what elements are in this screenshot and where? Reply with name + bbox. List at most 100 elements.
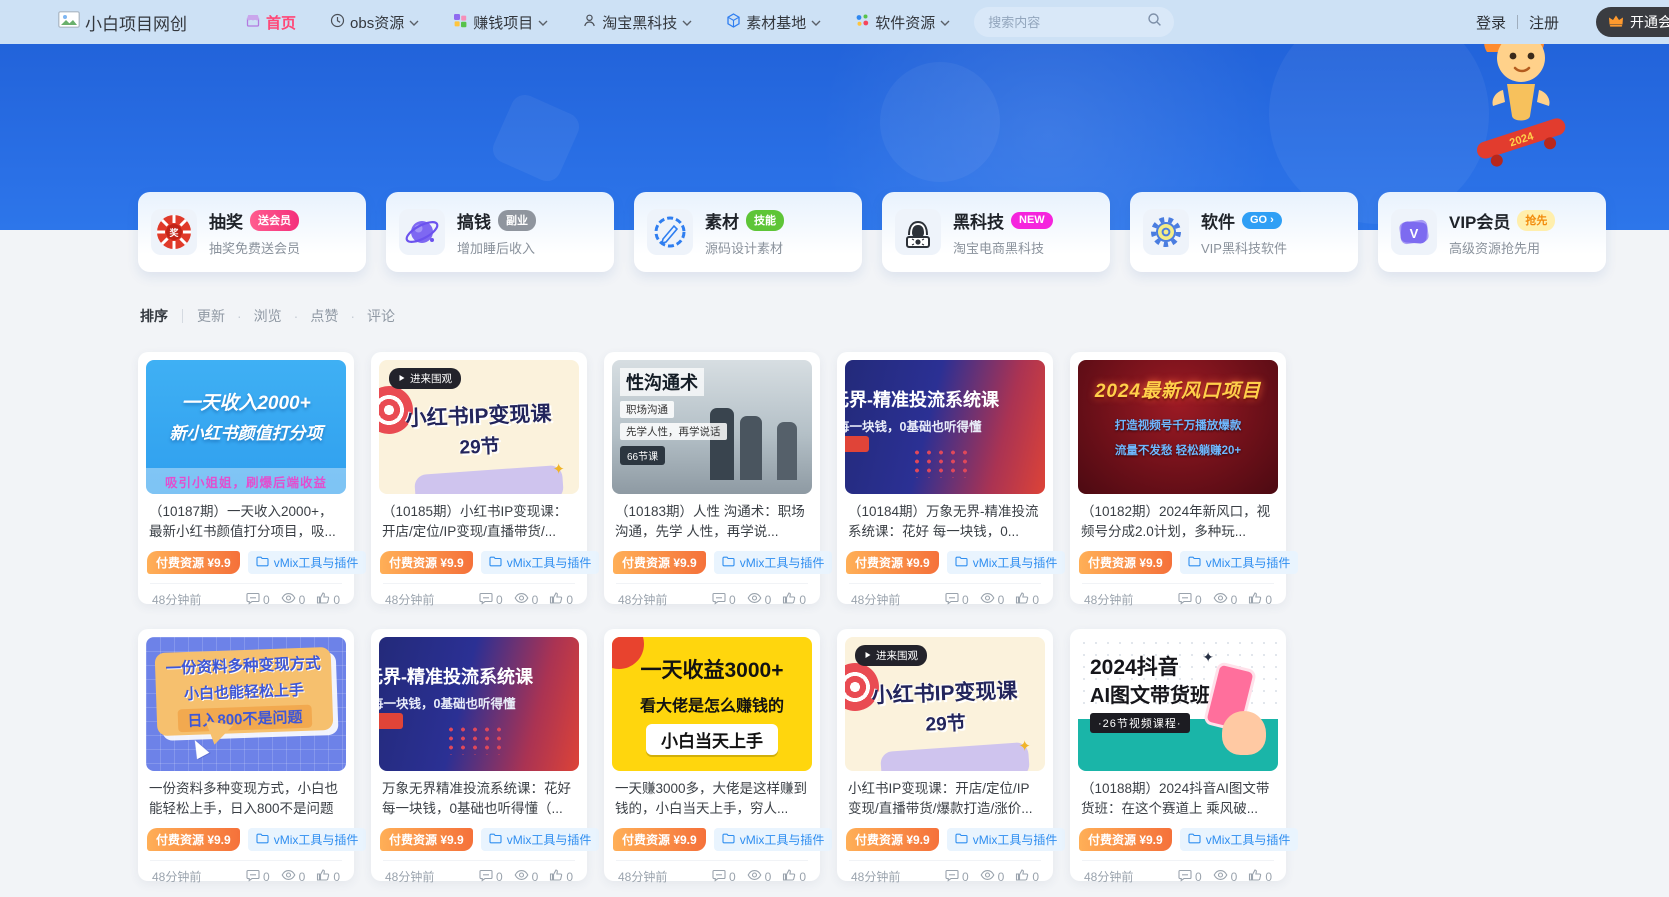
- category-tag[interactable]: vMix工具与插件: [947, 828, 1066, 851]
- feature-badge: 副业: [498, 210, 536, 231]
- price-tag[interactable]: 付费资源 ¥9.9: [1079, 551, 1172, 574]
- likes-stat: 0: [549, 591, 573, 608]
- category-tag[interactable]: vMix工具与插件: [1180, 828, 1299, 851]
- nav-item-4[interactable]: 素材基地: [726, 12, 821, 33]
- open-vip-button[interactable]: 开通会员: [1596, 7, 1669, 37]
- likes-stat: 0: [1015, 591, 1039, 608]
- content-card-4[interactable]: 无界-精准投流系统课每一块钱，0基础也听得懂 （10184期）万象无界-精准投流…: [837, 352, 1053, 604]
- material-pencil-icon: [647, 209, 693, 255]
- thumb-text: 小红书IP变现课: [845, 674, 1045, 711]
- card-thumbnail[interactable]: 2024最新风口项目打造视频号千万播放爆款流量不发愁 轻松躺赚20+: [1078, 360, 1278, 494]
- card-title[interactable]: （10188期）2024抖音AI图文带货班：在这个赛道上 乘风破...: [1081, 779, 1275, 819]
- price-tag[interactable]: 付费资源 ¥9.9: [380, 828, 473, 851]
- card-thumbnail[interactable]: 一份资料多种变现方式小白也能轻松上手日入800不是问题: [146, 637, 346, 771]
- feature-card-4[interactable]: 黑科技 NEW 淘宝电商黑科技: [882, 192, 1110, 272]
- thumb-badge: 进来围观: [389, 368, 461, 389]
- sort-option-2[interactable]: 浏览: [225, 306, 282, 326]
- price-tag[interactable]: 付费资源 ¥9.9: [147, 828, 240, 851]
- content-card-7[interactable]: 无界-精准投流系统课每一块钱，0基础也听得懂 万象无界精准投流系统课：花好每一块…: [371, 629, 587, 881]
- eye-icon: [281, 868, 296, 885]
- card-timestamp: 48分钟前: [851, 591, 900, 608]
- register-link[interactable]: 注册: [1529, 12, 1559, 33]
- feature-card-3[interactable]: 素材 技能 源码设计素材: [634, 192, 862, 272]
- feature-card-2[interactable]: 搞钱 副业 增加睡后收入: [386, 192, 614, 272]
- feature-card-1[interactable]: 奖 抽奖 送会员 抽奖免费送会员: [138, 192, 366, 272]
- card-thumbnail[interactable]: 无界-精准投流系统课每一块钱，0基础也听得懂: [379, 637, 579, 771]
- sort-divider: [182, 309, 183, 323]
- content-card-1[interactable]: 一天收入2000+新小红书颜值打分项吸引小姐姐，刷爆后端收益 （10187期）一…: [138, 352, 354, 604]
- nav-item-home[interactable]: 首页: [245, 12, 296, 33]
- card-thumbnail[interactable]: 一天收益3000+ 看大佬是怎么赚钱的小白当天上手: [612, 637, 812, 771]
- card-thumbnail[interactable]: 一天收入2000+新小红书颜值打分项吸引小姐姐，刷爆后端收益: [146, 360, 346, 494]
- card-title[interactable]: 万象无界精准投流系统课：花好每一块钱，0基础也听得懂（...: [382, 779, 576, 819]
- card-title[interactable]: （10183期）人性 沟通术：职场沟通，先学 人性，再学说...: [615, 502, 809, 542]
- content-card-5[interactable]: 2024最新风口项目打造视频号千万播放爆款流量不发愁 轻松躺赚20+ （1018…: [1070, 352, 1286, 604]
- card-title[interactable]: （10182期）2024年新风口，视频号分成2.0计划，多种玩...: [1081, 502, 1275, 542]
- nav-item-1[interactable]: obs资源: [330, 12, 419, 33]
- thumbs-up-icon: [782, 868, 796, 885]
- thumb-text: 一天收益3000+: [641, 654, 784, 684]
- content-card-6[interactable]: 一份资料多种变现方式小白也能轻松上手日入800不是问题 一份资料多种变现方式，小…: [138, 629, 354, 881]
- views-stat: 0: [980, 868, 1005, 885]
- category-tag[interactable]: vMix工具与插件: [714, 551, 833, 574]
- card-thumbnail[interactable]: 无界-精准投流系统课每一块钱，0基础也听得懂: [845, 360, 1045, 494]
- sort-option-4[interactable]: 评论: [338, 306, 395, 326]
- comments-stat: 0: [1178, 868, 1202, 885]
- category-tag[interactable]: vMix工具与插件: [947, 551, 1066, 574]
- sort-option-1[interactable]: 更新: [197, 306, 225, 326]
- category-tag[interactable]: vMix工具与插件: [714, 828, 833, 851]
- category-tag[interactable]: vMix工具与插件: [481, 551, 600, 574]
- card-thumbnail[interactable]: 进来围观小红书IP变现课29节✦: [845, 637, 1045, 771]
- card-title[interactable]: 一天赚3000多，大佬是这样赚到钱的，小白当天上手，穷人...: [615, 779, 809, 819]
- feature-card-row: 奖 抽奖 送会员 抽奖免费送会员 搞钱 副业 增加睡后收入 素材 技能 源码设计…: [138, 192, 1606, 272]
- thumb-text: 看大佬是怎么赚钱的: [640, 692, 784, 716]
- card-thumbnail[interactable]: 进来围观小红书IP变现课29节✦: [379, 360, 579, 494]
- card-title[interactable]: 小红书IP变现课：开店/定位/IP变现/直播带货/爆款打造/涨价...: [848, 779, 1042, 819]
- nav-item-2[interactable]: 赚钱项目: [453, 12, 548, 33]
- feature-card-6[interactable]: V VIP会员 抢先 高级资源抢先用: [1378, 192, 1606, 272]
- feature-card-5[interactable]: 软件 GO › VIP黑科技软件: [1130, 192, 1358, 272]
- card-title[interactable]: （10187期）一天收入2000+，最新小红书颜值打分项目，吸...: [149, 502, 343, 542]
- nav-item-5[interactable]: 软件资源: [855, 12, 950, 33]
- search-input[interactable]: [986, 14, 1147, 31]
- card-thumbnail[interactable]: 性沟通术职场沟通先学人性，再学说话66节课: [612, 360, 812, 494]
- clock-icon: [330, 13, 345, 32]
- thumb-text: 小白当天上手: [646, 724, 778, 755]
- content-card-9[interactable]: 进来围观小红书IP变现课29节✦ 小红书IP变现课：开店/定位/IP变现/直播带…: [837, 629, 1053, 881]
- search-box[interactable]: [974, 7, 1174, 37]
- feature-description: 源码设计素材: [705, 238, 784, 257]
- likes-stat: 0: [316, 591, 340, 608]
- card-thumbnail[interactable]: 2024抖音AI图文带货班·26节视频课程·✦: [1078, 637, 1278, 771]
- card-title[interactable]: （10185期）小红书IP变现课：开店/定位/IP变现/直播带货/...: [382, 502, 576, 542]
- feature-description: VIP黑科技软件: [1201, 238, 1287, 257]
- card-title[interactable]: 一份资料多种变现方式，小白也能轻松上手，日入800不是问题: [149, 779, 343, 819]
- folder-icon: [955, 556, 968, 570]
- login-link[interactable]: 登录: [1476, 12, 1506, 33]
- content-card-8[interactable]: 一天收益3000+ 看大佬是怎么赚钱的小白当天上手 一天赚3000多，大佬是这样赚…: [604, 629, 820, 881]
- site-logo[interactable]: 小白项目网创: [58, 10, 187, 35]
- card-title[interactable]: （10184期）万象无界-精准投流系统课：花好 每一块钱，0...: [848, 502, 1042, 542]
- category-tag[interactable]: vMix工具与插件: [1180, 551, 1299, 574]
- sparkle-icon: ✦: [552, 460, 565, 478]
- content-card-10[interactable]: 2024抖音AI图文带货班·26节视频课程·✦ （10188期）2024抖音AI…: [1070, 629, 1286, 881]
- feature-badge: NEW: [1011, 212, 1053, 229]
- price-tag[interactable]: 付费资源 ¥9.9: [846, 551, 939, 574]
- price-tag[interactable]: 付费资源 ¥9.9: [846, 828, 939, 851]
- content-card-2[interactable]: 进来围观小红书IP变现课29节✦ （10185期）小红书IP变现课：开店/定位/…: [371, 352, 587, 604]
- price-tag[interactable]: 付费资源 ¥9.9: [380, 551, 473, 574]
- nav-item-3[interactable]: 淘宝黑科技: [582, 12, 692, 33]
- views-stat: 0: [281, 591, 306, 608]
- price-tag[interactable]: 付费资源 ¥9.9: [613, 828, 706, 851]
- search-icon[interactable]: [1147, 12, 1162, 32]
- price-tag[interactable]: 付费资源 ¥9.9: [613, 551, 706, 574]
- category-tag[interactable]: vMix工具与插件: [248, 551, 367, 574]
- category-tag[interactable]: vMix工具与插件: [248, 828, 367, 851]
- category-tag[interactable]: vMix工具与插件: [481, 828, 600, 851]
- sort-option-3[interactable]: 点赞: [282, 306, 339, 326]
- comments-stat: 0: [712, 591, 736, 608]
- card-timestamp: 48分钟前: [618, 591, 667, 608]
- content-card-3[interactable]: 性沟通术职场沟通先学人性，再学说话66节课 （10183期）人性 沟通术：职场沟…: [604, 352, 820, 604]
- likes-stat: 0: [1248, 591, 1272, 608]
- price-tag[interactable]: 付费资源 ¥9.9: [1079, 828, 1172, 851]
- price-tag[interactable]: 付费资源 ¥9.9: [147, 551, 240, 574]
